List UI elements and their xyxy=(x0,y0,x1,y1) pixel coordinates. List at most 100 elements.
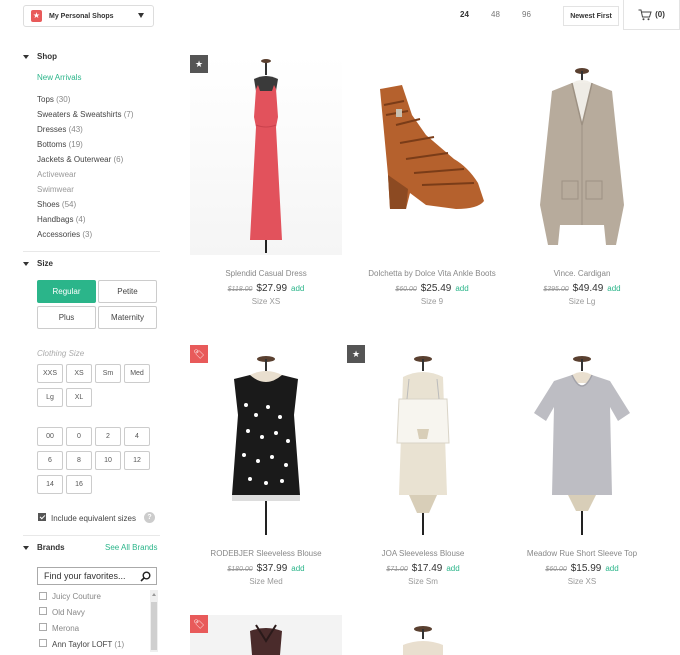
product-photo-partial[interactable]: 🏷 xyxy=(190,615,342,655)
category-jackets[interactable]: Jackets & Outerwear (6) xyxy=(37,155,123,164)
product-title[interactable]: RODEBJER Sleeveless Blouse xyxy=(190,549,342,558)
personal-shops-dropdown[interactable]: ★ My Personal Shops xyxy=(23,5,154,27)
product-title[interactable]: Dolchetta by Dolce Vita Ankle Boots xyxy=(356,269,508,278)
product-card[interactable] xyxy=(347,615,499,655)
product-size: Size XS xyxy=(567,577,597,586)
brand-ann-taylor-loft[interactable]: Ann Taylor LOFT (1) xyxy=(52,640,124,649)
product-price: $60.00 $25.49 add xyxy=(395,283,469,294)
category-handbags[interactable]: Handbags (4) xyxy=(37,215,86,224)
add-to-cart-link[interactable]: add xyxy=(605,564,618,573)
product-title[interactable]: Splendid Casual Dress xyxy=(190,269,342,278)
clothing-size-label: Clothing Size xyxy=(37,349,85,358)
category-shoes[interactable]: Shoes (54) xyxy=(37,200,76,209)
add-to-cart-link[interactable]: add xyxy=(446,564,459,573)
per-page-24[interactable]: 24 xyxy=(460,10,469,19)
size-chip-12[interactable]: 12 xyxy=(124,451,150,470)
size-chip-xs[interactable]: XS xyxy=(66,364,92,383)
size-chip-lg[interactable]: Lg xyxy=(37,388,63,407)
product-photo-white-blouse[interactable]: ★ xyxy=(347,345,499,545)
size-chip-xl[interactable]: XL xyxy=(66,388,92,407)
brand-checkbox[interactable] xyxy=(39,607,47,615)
category-tops[interactable]: Tops (30) xyxy=(37,95,70,104)
product-photo-cardigan[interactable] xyxy=(506,55,658,255)
size-type-regular[interactable]: Regular xyxy=(37,280,96,303)
per-page-48[interactable]: 48 xyxy=(491,10,500,19)
size-chip-00[interactable]: 00 xyxy=(37,427,63,446)
size-type-petite[interactable]: Petite xyxy=(98,280,157,303)
add-to-cart-link[interactable]: add xyxy=(607,284,620,293)
chevron-down-icon xyxy=(138,13,144,18)
add-to-cart-link[interactable]: add xyxy=(291,564,304,573)
size-chip-4[interactable]: 4 xyxy=(124,427,150,446)
brand-merona[interactable]: Merona xyxy=(52,624,79,633)
brand-search-input[interactable]: Find your favorites... xyxy=(37,567,157,585)
size-section-toggle[interactable]: Size xyxy=(23,259,53,268)
equivalent-sizes-label: Include equivalent sizes xyxy=(51,514,136,523)
size-chip-0[interactable]: 0 xyxy=(66,427,92,446)
size-chip-14[interactable]: 14 xyxy=(37,475,63,494)
product-card[interactable]: 🏷 xyxy=(190,615,342,655)
shop-heading: Shop xyxy=(37,52,57,61)
shop-badge-icon: ★ xyxy=(31,10,42,22)
dress-image xyxy=(250,59,282,253)
category-dresses[interactable]: Dresses (43) xyxy=(37,125,83,134)
size-chip-med[interactable]: Med xyxy=(124,364,150,383)
brand-checkbox[interactable] xyxy=(39,623,47,631)
collapse-triangle-icon xyxy=(23,54,29,59)
product-size: Size Sm xyxy=(408,577,438,586)
size-chip-10[interactable]: 10 xyxy=(95,451,121,470)
search-icon[interactable] xyxy=(140,571,151,582)
add-to-cart-link[interactable]: add xyxy=(455,284,468,293)
price-tag-icon[interactable]: 🏷 xyxy=(190,345,208,363)
category-swimwear[interactable]: Swimwear xyxy=(37,185,74,194)
size-chip-16[interactable]: 16 xyxy=(66,475,92,494)
size-chip-8[interactable]: 8 xyxy=(66,451,92,470)
product-photo-boots[interactable] xyxy=(356,55,508,255)
product-photo-partial[interactable] xyxy=(347,615,499,655)
product-photo-dress[interactable]: ★ xyxy=(190,55,342,255)
size-type-maternity[interactable]: Maternity xyxy=(98,306,157,329)
price-tag-icon[interactable]: 🏷 xyxy=(190,615,208,633)
brand-old-navy[interactable]: Old Navy xyxy=(52,608,85,617)
brand-list-scrollbar[interactable] xyxy=(150,590,158,652)
category-accessories[interactable]: Accessories (3) xyxy=(37,230,92,239)
see-all-brands-link[interactable]: See All Brands xyxy=(105,543,157,552)
cart-button[interactable]: (0) xyxy=(623,0,680,30)
per-page-96[interactable]: 96 xyxy=(522,10,531,19)
brand-checkbox[interactable] xyxy=(39,592,47,600)
help-icon[interactable]: ? xyxy=(144,512,155,523)
category-bottoms[interactable]: Bottoms (19) xyxy=(37,140,83,149)
partial-halter-image xyxy=(190,615,342,655)
size-chip-sm[interactable]: Sm xyxy=(95,364,121,383)
product-title[interactable]: Vince. Cardigan xyxy=(506,269,658,278)
category-sweaters[interactable]: Sweaters & Sweatshirts (7) xyxy=(37,110,134,119)
brand-juicy-couture[interactable]: Juicy Couture xyxy=(52,592,101,601)
white-blouse-image xyxy=(396,356,450,535)
size-type-plus[interactable]: Plus xyxy=(37,306,96,329)
category-activewear[interactable]: Activewear xyxy=(37,170,76,179)
product-title[interactable]: Meadow Rue Short Sleeve Top xyxy=(506,549,658,558)
size-chip-xxs[interactable]: XXS xyxy=(37,364,63,383)
product-photo-gray-tee[interactable] xyxy=(506,345,658,545)
star-icon[interactable]: ★ xyxy=(347,345,365,363)
size-chip-6[interactable]: 6 xyxy=(37,451,63,470)
product-size: Size Med xyxy=(249,577,283,586)
shop-section-toggle[interactable]: Shop xyxy=(23,52,57,61)
sort-dropdown[interactable]: Newest First xyxy=(563,6,619,26)
brand-checkbox[interactable] xyxy=(39,639,47,647)
scrollbar-thumb[interactable] xyxy=(151,602,157,650)
shop-select-label: My Personal Shops xyxy=(49,12,114,20)
cart-icon xyxy=(638,9,652,20)
size-chip-2[interactable]: 2 xyxy=(95,427,121,446)
brands-heading: Brands xyxy=(37,543,65,552)
product-title[interactable]: JOA Sleeveless Blouse xyxy=(347,549,499,558)
category-new-arrivals[interactable]: New Arrivals xyxy=(37,73,81,82)
scroll-up-arrow-icon[interactable] xyxy=(152,593,156,596)
brands-section-toggle[interactable]: Brands xyxy=(23,543,65,552)
add-to-cart-link[interactable]: add xyxy=(291,284,304,293)
star-icon[interactable]: ★ xyxy=(190,55,208,73)
product-size: Size Lg xyxy=(568,297,596,306)
product-size: Size 9 xyxy=(420,297,444,306)
equivalent-sizes-checkbox[interactable] xyxy=(38,513,46,521)
product-photo-black-blouse[interactable]: 🏷 xyxy=(190,345,342,545)
